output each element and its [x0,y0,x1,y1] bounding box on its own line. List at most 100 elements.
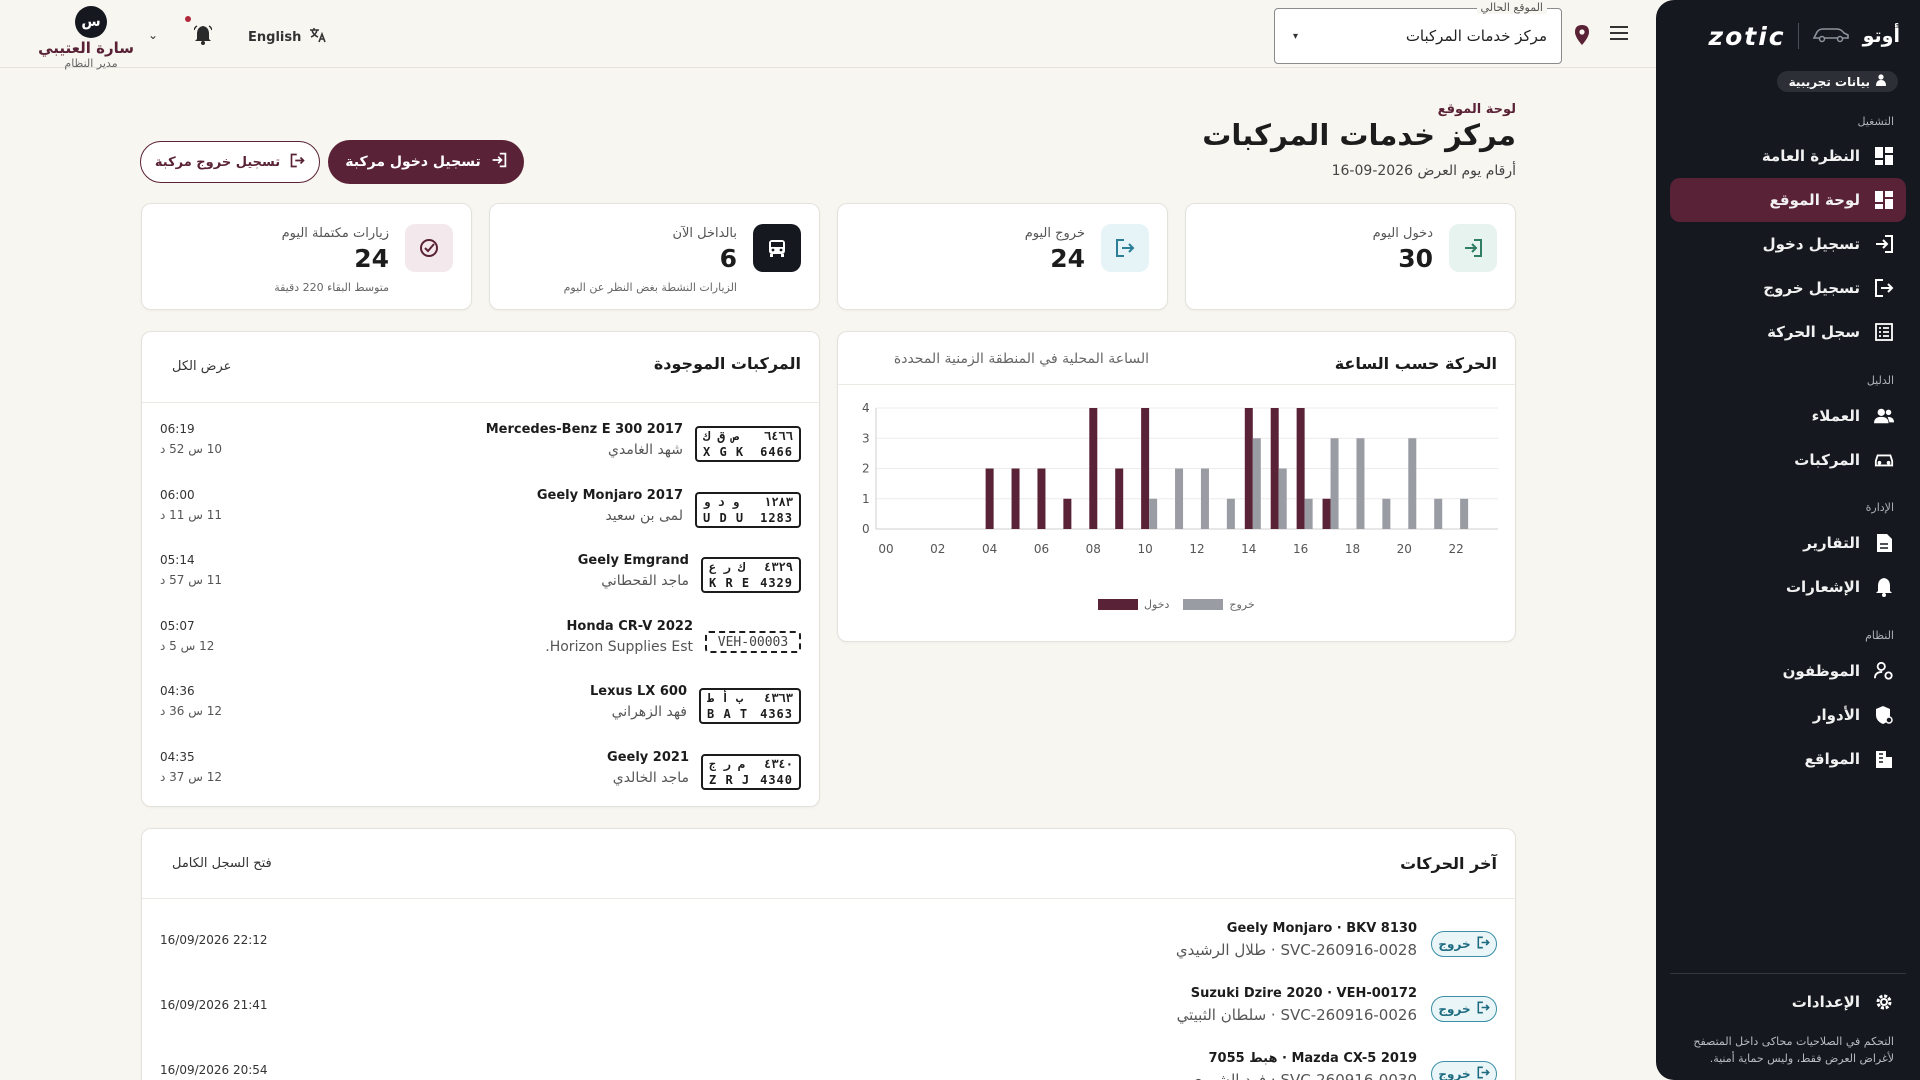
sidebar-item-site-dashboard[interactable]: لوحة الموقع [1670,178,1906,222]
stat-label: دخول اليوم [1372,226,1433,241]
grid-icon [1874,190,1894,210]
sidebar-item-reports[interactable]: التقارير [1670,521,1906,565]
vehicle-owner: شهد الغامدي [608,442,683,458]
plate-ar-digits: ٦٤٦٦ [764,429,793,443]
language-switch[interactable]: English [248,27,327,47]
sidebar-disclaimer: التحكم في الصلاحيات محاكى داخل المتصفح ل… [1693,1035,1894,1065]
sidebar-item-notifications[interactable]: الإشعارات [1670,565,1906,609]
legend-label: دخول [1144,598,1170,611]
chart-bar-entry [1011,468,1020,529]
stat-label: زيارات مكتملة اليوم [281,226,389,241]
sidebar-item-vehicles[interactable]: المركبات [1670,438,1906,482]
stat-value: 30 [1398,244,1433,273]
top-bar: الموقع الحالي مركز خدمات المركبات ▾ Engl… [0,0,1656,70]
user-gear-icon [1874,661,1894,681]
sidebar-item-movement-log[interactable]: سجل الحركة [1670,310,1906,354]
chart-y-tick-label: 1 [862,492,870,506]
language-label: English [248,29,302,45]
sidebar-item-label: الإشعارات [1785,578,1860,596]
table-row[interactable]: خروج Geely Monjaro · BKV 8130 SVC-260916… [160,915,1497,971]
plate-ar-letters: ك ر ع [709,560,746,574]
people-icon [1874,406,1894,426]
card-divider [142,402,819,403]
view-all-link[interactable]: عرض الكل [172,359,231,374]
list-item[interactable]: ٦٤٦٦ ص ق ك X G K 6466 Mercedes-Benz E 300 … [160,420,801,474]
hourly-bar-chart: 0123400 02 04 06 08 10 12 14 16 18 20 22 [862,401,1498,556]
table-row[interactable]: خروج Mazda CX-5 2019 · هبط 7055 SVC-2609… [160,1045,1497,1080]
register-exit-button[interactable]: تسجيل خروج مركبة [140,141,320,183]
list-item[interactable]: ٤٣٦٣ ب أ ط B A T 4363 Lexus LX 600 فهد الز… [160,682,801,736]
card-divider [838,384,1515,385]
chart-bar-exit [1408,438,1417,529]
notifications-bell-icon[interactable] [193,25,213,49]
sidebar-item-label: المواقع [1804,750,1860,768]
location-select-value: مركز خدمات المركبات [1405,27,1547,45]
chart-bar-entry [1089,408,1098,529]
list-item[interactable]: ٤٣٢٩ ك ر ع K R E 4329 Geely Emgrand ماجد ا… [160,551,801,605]
logout-icon [1477,936,1490,952]
list-item[interactable]: VEH-00003 Honda CR-V 2022 Horizon Suppli… [160,617,801,671]
stat-note: الزيارات النشطة بغض النظر عن اليوم [563,281,737,294]
dashboard-icon [1874,146,1894,166]
sidebar-item-roles[interactable]: الأدوار [1670,693,1906,737]
plate-ar-digits: ٤٣٦٣ [764,691,793,705]
nav-section-directory: الدليل [1866,374,1894,387]
chart-bar-entry [1115,468,1124,529]
vehicle-model: Geely 2021 [607,750,689,765]
entry-time: 04:36 [160,684,195,698]
chart-bar-exit [1252,438,1261,529]
plate-en-digits: 4363 [760,707,793,721]
chart-x-tick-label: 06 [1034,542,1049,556]
brand[interactable]: أوتو zotic [1676,20,1900,52]
license-plate: ١٢٨٣ و د و U D U 1283 [695,492,801,528]
stat-card-entries-today: دخول اليوم 30 [1185,203,1516,310]
sidebar-item-check-out[interactable]: تسجيل خروج [1670,266,1906,310]
list-item[interactable]: ١٢٨٣ و د و U D U 1283 Geely Monjaro 2017 ل… [160,486,801,540]
location-pin-icon [1574,24,1590,50]
sidebar-item-label: الموظفون [1782,662,1860,680]
chart-bar-entry [1270,408,1279,529]
brand-name: أوتو [1862,25,1900,47]
entry-time: 06:19 [160,422,195,436]
chart-bar-exit [1149,498,1158,529]
sidebar-item-settings[interactable]: الإعدادات [1670,980,1906,1024]
entry-time: 05:14 [160,553,195,567]
plate-en-letters: X G K [703,445,745,459]
sidebar-item-overview[interactable]: النظرة العامة [1670,134,1906,178]
list-icon [1874,322,1894,342]
demo-data-chip[interactable]: بيانات تجريبية [1776,71,1898,92]
sidebar-item-customers[interactable]: العملاء [1670,394,1906,438]
menu-icon[interactable] [1608,24,1630,44]
movement-subtitle: SVC-260916-0030 · فهد الشهري [1190,1071,1417,1080]
vehicle-model: Mercedes-Benz E 300 2017 [485,422,683,437]
stat-value: 24 [354,244,389,273]
open-full-log-link[interactable]: فتح السجل الكامل [172,856,272,871]
vehicle-model: Geely Emgrand [577,553,689,568]
chart-x-tick-label: 04 [982,542,997,556]
breadcrumb: لوحة الموقع [1437,102,1516,117]
chart-x-tick-label: 08 [1086,542,1101,556]
sidebar-item-sites[interactable]: المواقع [1670,737,1906,781]
plate-en-digits: 4340 [760,773,793,787]
chart-bar-exit [1304,498,1313,529]
location-select[interactable]: الموقع الحالي مركز خدمات المركبات ▾ [1274,1,1562,64]
sidebar-item-check-in[interactable]: تسجيل دخول [1670,222,1906,266]
logout-icon [1477,1001,1490,1017]
stay-duration: 11 س 11 د [160,508,223,522]
stay-duration: 12 س 36 د [160,704,223,718]
status-badge-label: خروج [1438,937,1471,951]
chart-x-tick-label: 20 [1397,542,1412,556]
chart-bar-exit [1460,498,1469,529]
register-entry-button[interactable]: تسجيل دخول مركبة [328,140,524,184]
sidebar-item-staff[interactable]: الموظفون [1670,649,1906,693]
table-row[interactable]: خروج Suzuki Dzire 2020 · VEH-00172 SVC-2… [160,980,1497,1036]
shield-icon [1874,705,1894,725]
user-profile[interactable]: س سارة العتيبي مدير النظام [38,6,134,70]
user-menu-chevron-icon[interactable]: ⌄ [148,28,158,42]
list-item[interactable]: ٤٣٤٠ م ر ج Z R J 4340 Geely 2021 ماجد الخا… [160,748,801,802]
sidebar: أوتو zotic بيانات تجريبية التشغيل النظرة… [1656,0,1920,1080]
plate-en-letters: U D U [703,511,745,525]
chart-bar-entry [1141,408,1150,529]
chart-y-tick-label: 3 [862,431,870,445]
legend-swatch [1183,599,1224,610]
